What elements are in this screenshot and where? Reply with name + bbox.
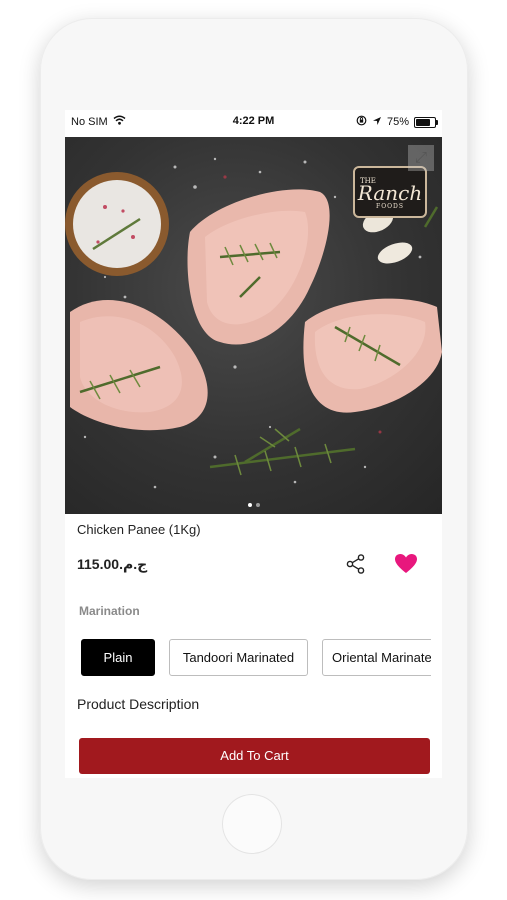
location-arrow-icon <box>372 116 382 129</box>
carousel-dots <box>65 503 442 507</box>
logo-name-text: Ranch <box>357 181 423 205</box>
battery-percent: 75% <box>386 116 409 128</box>
add-to-cart-button[interactable]: Add To Cart <box>79 738 430 774</box>
carousel-dot-active[interactable] <box>247 503 252 507</box>
heart-icon[interactable] <box>394 553 418 575</box>
status-bar: No SIM 4:22 PM 75% <box>65 110 442 134</box>
product-image[interactable]: THE Ranch FOODS ⤢ <box>65 137 442 514</box>
option-tandoori-marinated[interactable]: Tandoori Marinated <box>169 639 308 676</box>
expand-icon[interactable]: ⤢ <box>408 145 434 171</box>
marination-options: Plain Tandoori Marinated Oriental Marinate… <box>81 639 431 677</box>
product-name: Chicken Panee (1Kg) <box>77 522 201 537</box>
home-button[interactable] <box>222 794 282 854</box>
option-plain[interactable]: Plain <box>81 639 155 676</box>
battery-cap <box>436 119 438 125</box>
app-screen: No SIM 4:22 PM 75% THE Ranch FOODS ⤢ Chi… <box>65 110 442 778</box>
battery-icon <box>414 116 438 128</box>
product-description-title[interactable]: Product Description <box>77 696 199 712</box>
carousel-dot[interactable] <box>255 503 260 507</box>
status-right: 75% <box>356 115 438 129</box>
share-icon[interactable] <box>345 553 367 575</box>
product-price: ج.م.115.00 <box>77 556 148 572</box>
option-oriental-marinated[interactable]: Oriental Marinated <box>322 639 431 676</box>
battery-level <box>416 118 430 126</box>
rotation-lock-icon <box>356 115 367 129</box>
ranch-foods-logo: THE Ranch FOODS <box>353 166 427 218</box>
logo-foods-text: FOODS <box>376 203 404 210</box>
marination-label: Marination <box>79 604 140 618</box>
